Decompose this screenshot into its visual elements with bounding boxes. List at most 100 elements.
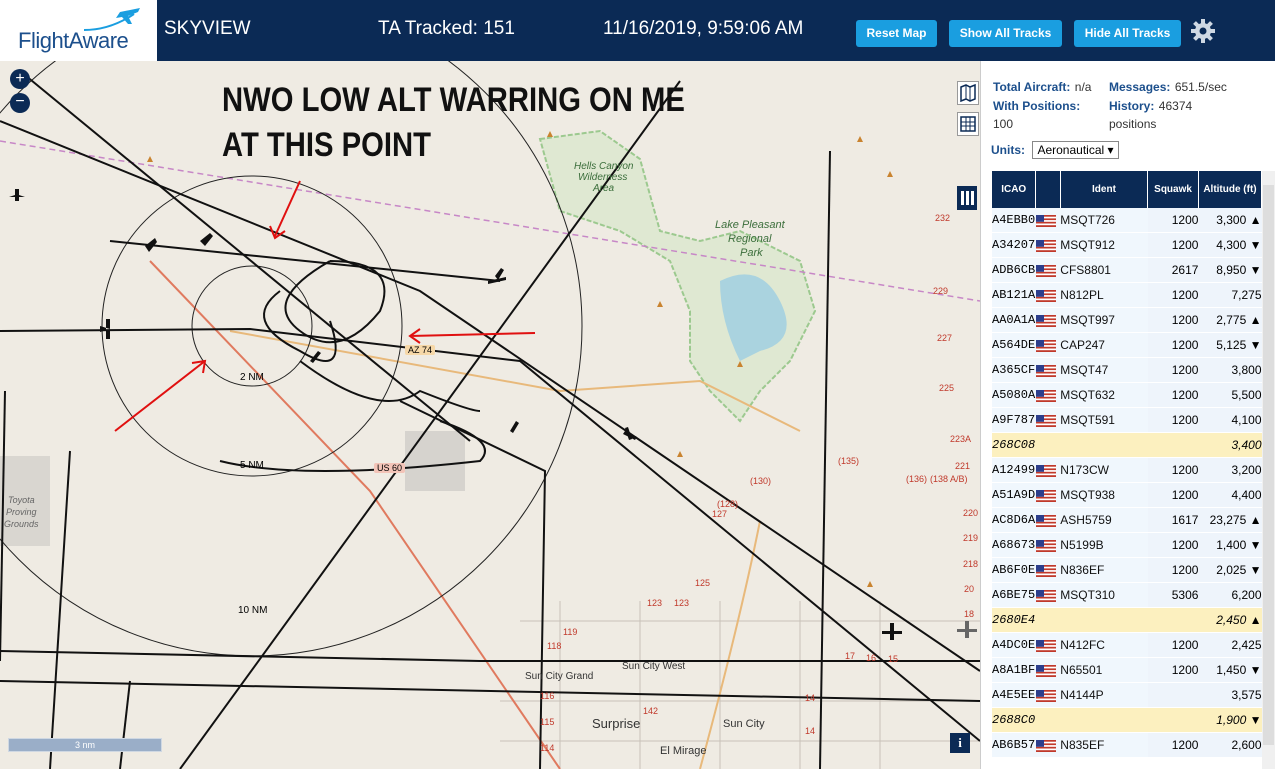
ident-cell: MSQT310	[1060, 582, 1148, 608]
place-label: Wilderness	[578, 172, 628, 183]
ident-cell: CAP247	[1060, 332, 1148, 358]
units-select[interactable]: Aeronautical ▾	[1032, 141, 1119, 159]
table-row[interactable]: A9F787 MSQT591 1200 4,100	[992, 407, 1262, 433]
us-flag-icon	[1035, 539, 1056, 552]
table-row[interactable]: A34207 MSQT912 1200 4,300 ▼	[992, 232, 1262, 258]
altitude-cell: 1,400 ▼	[1198, 532, 1262, 558]
table-row[interactable]: ADB6CB CFS8801 2617 8,950 ▼	[992, 257, 1262, 283]
ident-cell: MSQT632	[1060, 382, 1148, 408]
gear-icon[interactable]	[1190, 18, 1216, 44]
table-row[interactable]: 2688C0 1,900 ▼	[992, 707, 1262, 733]
squawk-cell: 1200	[1147, 307, 1199, 333]
col-altitude[interactable]: Altitude (ft)	[1198, 171, 1263, 208]
icao-cell: A4EBB0	[992, 208, 1036, 233]
logo-text: FlightAware	[18, 28, 129, 53]
table-row[interactable]: 2680E4 2,450 ▲	[992, 607, 1262, 633]
squawk-cell	[1147, 707, 1199, 733]
table-row[interactable]: AA0A1A MSQT997 1200 2,775 ▲	[992, 307, 1262, 333]
flight-tracks	[0, 70, 980, 769]
table-row[interactable]: A4EBB0 MSQT726 1200 3,300 ▲	[992, 208, 1262, 233]
reset-map-button[interactable]: Reset Map	[856, 20, 937, 47]
table-row[interactable]: A4E5EE N4144P 3,575	[992, 682, 1262, 708]
hide-all-tracks-button[interactable]: Hide All Tracks	[1074, 20, 1181, 47]
map-canvas	[0, 61, 980, 769]
columns-toggle-icon[interactable]	[957, 186, 977, 210]
us-flag-icon	[1035, 689, 1056, 702]
boundary-dashed	[0, 140, 980, 302]
map-layers-icon[interactable]	[957, 81, 979, 105]
icao-cell: A34207	[992, 232, 1036, 258]
place-label: Hells Canyon	[574, 161, 634, 172]
route-label: 14	[805, 726, 816, 736]
flag-cell	[1035, 557, 1061, 583]
flightaware-logo[interactable]: FlightAware	[0, 0, 157, 61]
flag-cell	[1035, 457, 1061, 483]
squawk-cell: 2617	[1147, 257, 1199, 283]
table-row[interactable]: 268C08 3,400	[992, 432, 1262, 458]
map-area[interactable]: NWO LOW ALT WARRING ON ME AT THIS POINT …	[0, 61, 980, 769]
table-row[interactable]: A12499 N173CW 1200 3,200	[992, 457, 1262, 483]
ident-cell: MSQT938	[1060, 482, 1148, 508]
altitude-cell: 2,775 ▲	[1198, 307, 1262, 333]
zoom-out-button[interactable]: −	[10, 93, 30, 113]
table-row[interactable]: AB6B57 N835EF 1200 2,600	[992, 732, 1262, 758]
ident-cell: N65501	[1060, 657, 1148, 683]
col-ident[interactable]: Ident	[1060, 171, 1149, 208]
squawk-cell: 1200	[1147, 532, 1199, 558]
scrollbar-thumb[interactable]	[1263, 185, 1274, 745]
ident-cell: N173CW	[1060, 457, 1148, 483]
flag-cell	[1035, 682, 1061, 708]
route-label: 219	[963, 533, 979, 543]
place-label: Sun City West	[622, 661, 686, 672]
squawk-cell: 1200	[1147, 357, 1199, 383]
us-flag-icon	[1035, 639, 1056, 652]
col-squawk[interactable]: Squawk	[1147, 171, 1199, 208]
table-row[interactable]: A68673 N5199B 1200 1,400 ▼	[992, 532, 1262, 558]
table-row[interactable]: A365CF MSQT47 1200 3,800	[992, 357, 1262, 383]
place-label: Sun City Grand	[525, 671, 594, 682]
annotation-arrows	[114, 180, 536, 432]
ident-cell: N812PL	[1060, 282, 1148, 308]
us-flag-icon	[1035, 664, 1056, 677]
ident-cell	[1060, 707, 1148, 733]
table-row[interactable]: A5080A MSQT632 1200 5,500	[992, 382, 1262, 408]
info-icon[interactable]: i	[950, 733, 970, 753]
aircraft-icons[interactable]	[9, 189, 977, 640]
table-row[interactable]: A6BE75 MSQT310 5306 6,200	[992, 582, 1262, 608]
col-flag[interactable]	[1035, 171, 1061, 208]
messages-rate: Messages: 651.5/sec	[1109, 80, 1227, 94]
place-label: Lake Pleasant	[715, 219, 785, 231]
col-icao[interactable]: ICAO	[992, 171, 1037, 208]
ident-cell: N835EF	[1060, 732, 1148, 758]
squawk-cell: 1200	[1147, 482, 1199, 508]
route-label: 18	[964, 609, 975, 619]
altitude-cell: 3,300 ▲	[1198, 208, 1262, 233]
altitude-cell: 3,200	[1198, 457, 1262, 483]
squawk-cell	[1147, 682, 1199, 708]
route-label: 16	[866, 653, 877, 663]
route-label: 14	[805, 693, 816, 703]
route-label: 127	[712, 509, 728, 519]
table-row[interactable]: AB6F0E N836EF 1200 2,025 ▼	[992, 557, 1262, 583]
squawk-cell: 1200	[1147, 457, 1199, 483]
show-all-tracks-button[interactable]: Show All Tracks	[949, 20, 1062, 47]
zoom-in-button[interactable]: +	[10, 69, 30, 89]
icao-cell: 2688C0	[992, 707, 1036, 733]
top-bar: FlightAware SKYVIEW TA Tracked: 151 11/1…	[0, 0, 1275, 61]
flag-cell	[1035, 657, 1061, 683]
table-row[interactable]: AB121A N812PL 1200 7,275	[992, 282, 1262, 308]
altitude-cell: 2,600	[1198, 732, 1262, 758]
flag-cell	[1035, 607, 1061, 633]
table-row[interactable]: A8A1BF N65501 1200 1,450 ▼	[992, 657, 1262, 683]
squawk-cell	[1147, 607, 1199, 633]
table-row[interactable]: A4DC0E N412FC 1200 2,425	[992, 632, 1262, 658]
icao-cell: AB6B57	[992, 732, 1036, 758]
place-label: Grounds	[4, 519, 39, 529]
table-row[interactable]: A51A9D MSQT938 1200 4,400	[992, 482, 1262, 508]
icao-cell: AB121A	[992, 282, 1036, 308]
grid-icon[interactable]	[957, 112, 979, 136]
table-row[interactable]: AC8D6A ASH5759 1617 23,275 ▲	[992, 507, 1262, 533]
icao-cell: A365CF	[992, 357, 1036, 383]
icao-cell: AB6F0E	[992, 557, 1036, 583]
table-row[interactable]: A564DE CAP247 1200 5,125 ▼	[992, 332, 1262, 358]
